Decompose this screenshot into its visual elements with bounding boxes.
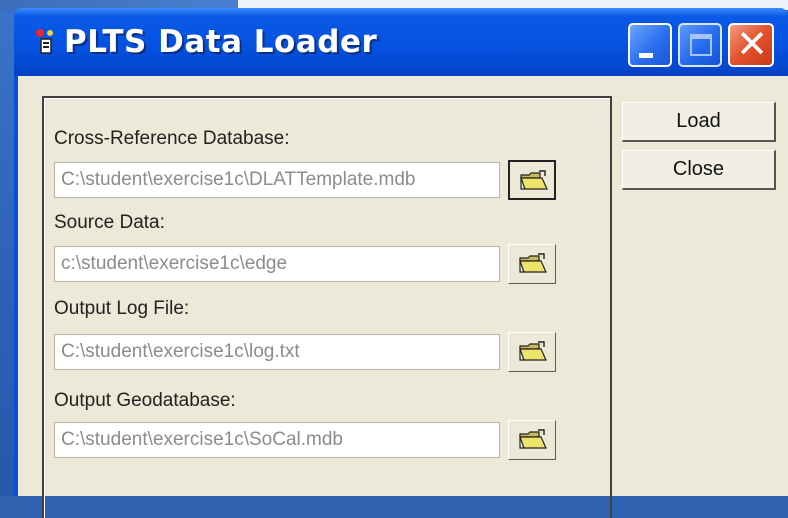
dialog-body: Cross-Reference Database: C:\student\exe… [18,76,788,518]
dialog-window: PLTS Data Loader ✕ Cross-Reference Datab… [14,8,788,518]
title-bar[interactable]: PLTS Data Loader ✕ [14,8,788,76]
minimize-button[interactable] [628,23,672,67]
maximize-icon [690,34,712,56]
output-geodatabase-browse-button[interactable] [508,420,556,460]
open-folder-icon [519,429,547,449]
output-geodatabase-label: Output Geodatabase: [54,390,236,411]
close-button-label: Close [672,158,725,180]
load-button[interactable]: Load [622,102,776,142]
load-button-label: Load [676,110,721,132]
app-icon[interactable] [34,28,58,56]
output-log-label: Output Log File: [54,298,190,319]
close-button[interactable]: Close [622,150,776,190]
source-data-input[interactable]: c:\student\exercise1c\edge [54,246,500,282]
source-data-label: Source Data: [54,212,165,233]
source-data-browse-button[interactable] [508,244,556,284]
cross-reference-browse-button[interactable] [508,160,556,200]
open-folder-icon [520,170,548,190]
output-log-browse-button[interactable] [508,332,556,372]
maximize-button[interactable] [678,23,722,67]
open-folder-icon [519,341,547,361]
close-window-button[interactable]: ✕ [728,23,774,67]
output-geodatabase-input[interactable]: C:\student\exercise1c\SoCal.mdb [54,422,500,458]
close-icon: ✕ [736,22,768,66]
minimize-icon [639,53,653,58]
cross-reference-input[interactable]: C:\student\exercise1c\DLATTemplate.mdb [54,162,500,198]
output-log-input[interactable]: C:\student\exercise1c\log.txt [54,334,500,370]
cross-reference-label: Cross-Reference Database: [54,128,290,149]
window-title: PLTS Data Loader [64,24,378,60]
open-folder-icon [519,253,547,273]
